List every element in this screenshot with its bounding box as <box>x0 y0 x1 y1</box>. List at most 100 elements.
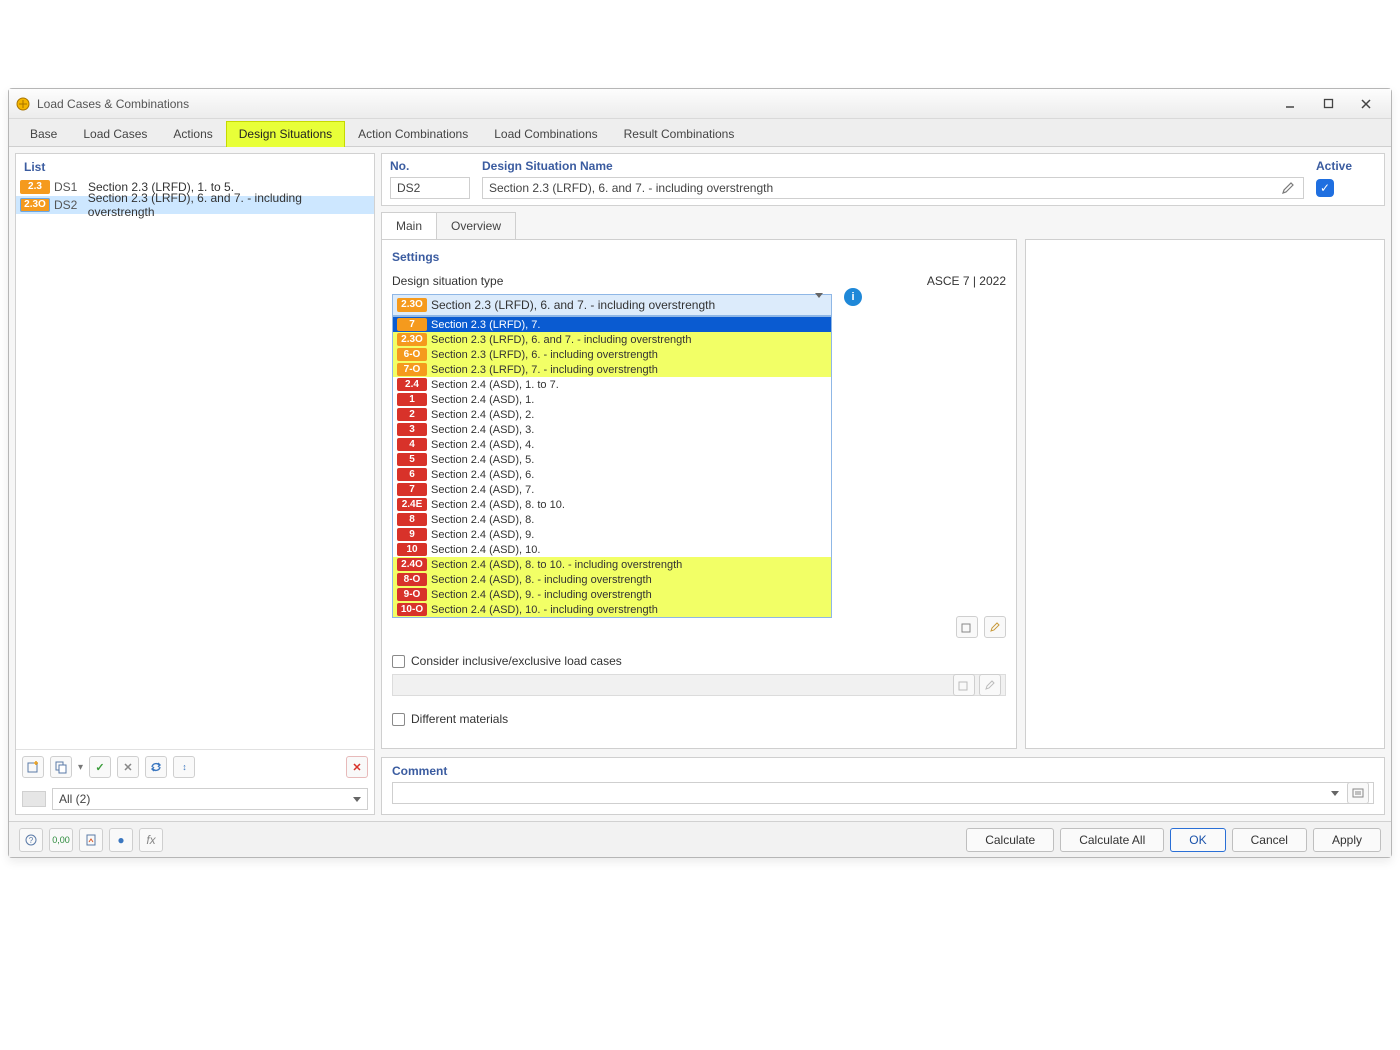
footer-report-button[interactable] <box>79 828 103 852</box>
no-field[interactable]: DS2 <box>390 177 470 199</box>
dropdown-item[interactable]: 7-OSection 2.3 (LRFD), 7. - including ov… <box>393 362 831 377</box>
dropdown-item[interactable]: 2Section 2.4 (ASD), 2. <box>393 407 831 422</box>
dropdown-item[interactable]: 9-O Section 2.4 (ASD), 9. - including ove… <box>393 587 831 602</box>
dropdown-item[interactable]: 2.4 Section 2.4 (ASD), 1. to 7. <box>393 377 831 392</box>
dropdown-text: Section 2.4 (ASD), 9. <box>431 529 534 541</box>
tab-load-combinations[interactable]: Load Combinations <box>481 121 610 147</box>
footer-help-button[interactable]: ? <box>19 828 43 852</box>
dropdown-item[interactable]: 5Section 2.4 (ASD), 5. <box>393 452 831 467</box>
ds-id: DS2 <box>54 198 84 212</box>
dropdown-badge: 2.4 <box>397 378 427 391</box>
dropdown-badge: 8-O <box>397 573 427 586</box>
comment-field[interactable] <box>392 782 1374 804</box>
sort-button[interactable]: ↕ <box>173 756 195 778</box>
dropdown-text: Section 2.3 (LRFD), 6. - including overs… <box>431 349 658 361</box>
calculate-button[interactable]: Calculate <box>966 828 1054 852</box>
comment-label: Comment <box>392 764 1374 778</box>
dropdown-badge: 9 <box>397 528 427 541</box>
dropdown-text: Section 2.4 (ASD), 7. <box>431 484 534 496</box>
dropdown-text: Section 2.4 (ASD), 1. to 7. <box>431 379 559 391</box>
excl-new-button[interactable] <box>953 674 975 696</box>
spec-label: ASCE 7 | 2022 <box>927 274 1006 288</box>
dropdown-item[interactable]: 4Section 2.4 (ASD), 4. <box>393 437 831 452</box>
ds-badge: 2.3O <box>20 198 50 212</box>
calculate-all-button[interactable]: Calculate All <box>1060 828 1164 852</box>
info-button[interactable]: i <box>844 288 862 306</box>
filter-value: All (2) <box>59 792 90 806</box>
tab-action-combinations[interactable]: Action Combinations <box>345 121 481 147</box>
dropdown-item[interactable]: 8-OSection 2.4 (ASD), 8. - including ove… <box>393 572 831 587</box>
comment-edit-button[interactable] <box>1347 782 1369 804</box>
dropdown-item[interactable]: 7Section 2.3 (LRFD), 7. <box>393 317 831 332</box>
name-field[interactable]: Section 2.3 (LRFD), 6. and 7. - includin… <box>482 177 1304 199</box>
tab-design-situations[interactable]: Design Situations <box>226 121 345 147</box>
dropdown-item[interactable]: 9 Section 2.4 (ASD), 9. <box>393 527 831 542</box>
chevron-down-icon <box>815 293 823 312</box>
dropdown-badge: 7 <box>397 318 427 331</box>
subtab-main[interactable]: Main <box>381 212 437 239</box>
new-button[interactable] <box>22 756 44 778</box>
footer-fx-button[interactable]: fx <box>139 828 163 852</box>
dropdown-text: Section 2.4 (ASD), 3. <box>431 424 534 436</box>
window-title: Load Cases & Combinations <box>37 97 1271 111</box>
dropdown-text: Section 2.4 (ASD), 9. - including overst… <box>431 589 652 601</box>
list-item[interactable]: 2.3O DS2 Section 2.3 (LRFD), 6. and 7. -… <box>16 196 374 214</box>
edit-name-icon[interactable] <box>1279 179 1297 197</box>
dropdown-text: Section 2.4 (ASD), 1. <box>431 394 534 406</box>
copy-button[interactable] <box>50 756 72 778</box>
dropdown-text: Section 2.4 (ASD), 5. <box>431 454 534 466</box>
dropdown-badge: 9-O <box>397 588 427 601</box>
dropdown-item[interactable]: 8Section 2.4 (ASD), 8. <box>393 512 831 527</box>
dropdown-item[interactable]: 10Section 2.4 (ASD), 10. <box>393 542 831 557</box>
dropdown-text: Section 2.3 (LRFD), 7. - including overs… <box>431 364 658 376</box>
ok-button[interactable]: OK <box>1170 828 1225 852</box>
tab-result-combinations[interactable]: Result Combinations <box>611 121 748 147</box>
dropdown-item[interactable]: 10-OSection 2.4 (ASD), 10. - including o… <box>393 602 831 617</box>
dropdown-text: Section 2.4 (ASD), 8. to 10. <box>431 499 565 511</box>
dropdown-badge: 7 <box>397 483 427 496</box>
dropdown-item[interactable]: 6Section 2.4 (ASD), 6. <box>393 467 831 482</box>
dropdown-badge: 8 <box>397 513 427 526</box>
dropdown-text: Section 2.3 (LRFD), 6. and 7. - includin… <box>431 334 691 346</box>
dropdown-text: Section 2.4 (ASD), 4. <box>431 439 534 451</box>
refresh-button[interactable] <box>145 756 167 778</box>
tab-actions[interactable]: Actions <box>160 121 225 147</box>
delete-button[interactable]: ✕ <box>346 756 368 778</box>
consider-excl-field <box>392 674 1006 696</box>
ds-name: Section 2.3 (LRFD), 6. and 7. - includin… <box>88 191 370 219</box>
diff-materials-checkbox[interactable] <box>392 713 405 726</box>
diff-materials-label: Different materials <box>411 712 508 726</box>
apply-button[interactable]: Apply <box>1313 828 1381 852</box>
dropdown-item[interactable]: 6-OSection 2.3 (LRFD), 6. - including ov… <box>393 347 831 362</box>
footer-units-button[interactable]: 0,00 <box>49 828 73 852</box>
filter-combo[interactable]: All (2) <box>52 788 368 810</box>
dropdown-item[interactable]: 3 Section 2.4 (ASD), 3. <box>393 422 831 437</box>
active-checkbox[interactable]: ✓ <box>1316 179 1334 197</box>
check-button[interactable]: ✓ <box>89 756 111 778</box>
design-situation-list[interactable]: 2.3 DS1 Section 2.3 (LRFD), 1. to 5. 2.3… <box>16 178 374 749</box>
consider-excl-checkbox[interactable] <box>392 655 405 668</box>
window-close-button[interactable] <box>1347 93 1385 115</box>
dropdown-badge: 6 <box>397 468 427 481</box>
design-type-combo[interactable]: 2.3O Section 2.3 (LRFD), 6. and 7. - inc… <box>392 294 832 316</box>
dropdown-badge: 3 <box>397 423 427 436</box>
dropdown-item[interactable]: 2.4ESection 2.4 (ASD), 8. to 10. <box>393 497 831 512</box>
window-minimize-button[interactable] <box>1271 93 1309 115</box>
chevron-down-icon <box>1331 791 1339 796</box>
tab-load-cases[interactable]: Load Cases <box>70 121 160 147</box>
cancel-button[interactable]: Cancel <box>1232 828 1307 852</box>
design-type-dropdown[interactable]: 7Section 2.3 (LRFD), 7.2.3OSection 2.3 (… <box>392 316 832 618</box>
uncheck-button[interactable]: ✕ <box>117 756 139 778</box>
relation-edit-button[interactable] <box>984 616 1006 638</box>
relation-new-button[interactable] <box>956 616 978 638</box>
excl-edit-button[interactable] <box>979 674 1001 696</box>
dropdown-item[interactable]: 2.3OSection 2.3 (LRFD), 6. and 7. - incl… <box>393 332 831 347</box>
dropdown-item[interactable]: 2.4OSection 2.4 (ASD), 8. to 10. - inclu… <box>393 557 831 572</box>
col-name-label: Design Situation Name <box>482 156 1304 177</box>
footer-dot-button[interactable]: ● <box>109 828 133 852</box>
dropdown-item[interactable]: 7 Section 2.4 (ASD), 7. <box>393 482 831 497</box>
tab-base[interactable]: Base <box>17 121 70 147</box>
window-maximize-button[interactable] <box>1309 93 1347 115</box>
dropdown-item[interactable]: 1Section 2.4 (ASD), 1. <box>393 392 831 407</box>
subtab-overview[interactable]: Overview <box>436 212 516 239</box>
